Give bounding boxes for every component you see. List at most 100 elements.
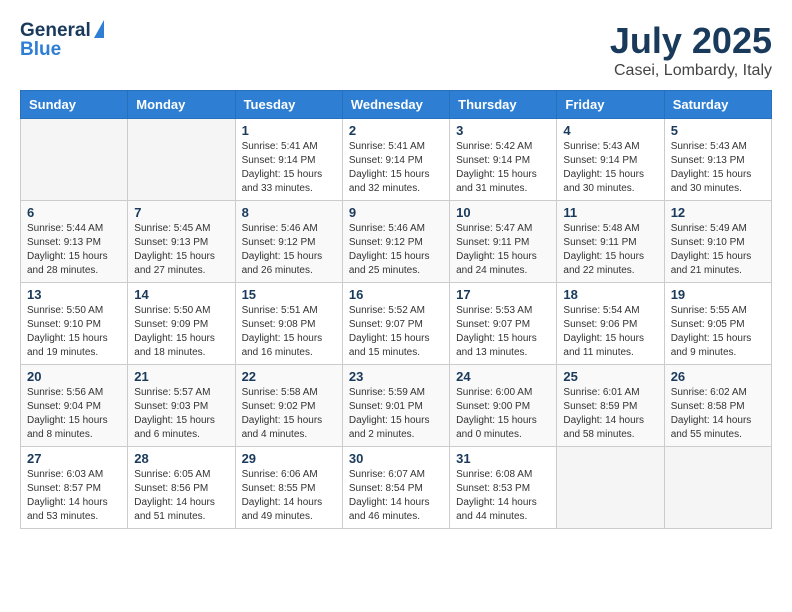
calendar-cell: 28 Sunrise: 6:05 AM Sunset: 8:56 PM Dayli… bbox=[128, 447, 235, 529]
day-number: 5 bbox=[671, 123, 765, 138]
calendar-cell: 9 Sunrise: 5:46 AM Sunset: 9:12 PM Daylig… bbox=[342, 201, 449, 283]
day-number: 14 bbox=[134, 287, 228, 302]
calendar-cell: 6 Sunrise: 5:44 AM Sunset: 9:13 PM Daylig… bbox=[21, 201, 128, 283]
day-info: Sunrise: 5:46 AM Sunset: 9:12 PM Dayligh… bbox=[242, 222, 336, 278]
day-info: Sunrise: 5:54 AM Sunset: 9:06 PM Dayligh… bbox=[563, 304, 657, 360]
day-header-thursday: Thursday bbox=[450, 91, 557, 119]
day-number: 8 bbox=[242, 205, 336, 220]
day-number: 1 bbox=[242, 123, 336, 138]
calendar-cell: 16 Sunrise: 5:52 AM Sunset: 9:07 PM Dayli… bbox=[342, 283, 449, 365]
calendar-cell: 27 Sunrise: 6:03 AM Sunset: 8:57 PM Dayli… bbox=[21, 447, 128, 529]
day-number: 6 bbox=[27, 205, 121, 220]
calendar-cell: 21Sunrise: 5:57 AM Sunset: 9:03 PM Dayli… bbox=[128, 365, 235, 447]
day-info: Sunrise: 5:56 AM Sunset: 9:04 PM Dayligh… bbox=[27, 386, 121, 442]
day-number: 31 bbox=[456, 451, 550, 466]
day-number: 12 bbox=[671, 205, 765, 220]
day-info: Sunrise: 5:53 AM Sunset: 9:07 PM Dayligh… bbox=[456, 304, 550, 360]
day-info: Sunrise: 5:41 AM Sunset: 9:14 PM Dayligh… bbox=[242, 140, 336, 196]
calendar-cell: 25 Sunrise: 6:01 AM Sunset: 8:59 PM Dayli… bbox=[557, 365, 664, 447]
day-number: 10 bbox=[456, 205, 550, 220]
calendar-cell: 26Sunrise: 6:02 AM Sunset: 8:58 PM Dayli… bbox=[664, 365, 771, 447]
day-number: 16 bbox=[349, 287, 443, 302]
calendar-table: SundayMondayTuesdayWednesdayThursdayFrid… bbox=[20, 90, 772, 529]
day-number: 24 bbox=[456, 369, 550, 384]
calendar-week-row: 1 Sunrise: 5:41 AM Sunset: 9:14 PM Daylig… bbox=[21, 119, 772, 201]
day-info: Sunrise: 6:07 AM Sunset: 8:54 PM Dayligh… bbox=[349, 468, 443, 524]
day-number: 18 bbox=[563, 287, 657, 302]
calendar-header-row: SundayMondayTuesdayWednesdayThursdayFrid… bbox=[21, 91, 772, 119]
calendar-cell: 3Sunrise: 5:42 AM Sunset: 9:14 PM Daylig… bbox=[450, 119, 557, 201]
day-number: 22 bbox=[242, 369, 336, 384]
logo-blue: Blue bbox=[20, 40, 104, 59]
calendar-cell bbox=[557, 447, 664, 529]
day-info: Sunrise: 5:43 AM Sunset: 9:14 PM Dayligh… bbox=[563, 140, 657, 196]
calendar-cell: 29 Sunrise: 6:06 AM Sunset: 8:55 PM Dayli… bbox=[235, 447, 342, 529]
day-info: Sunrise: 5:52 AM Sunset: 9:07 PM Dayligh… bbox=[349, 304, 443, 360]
calendar-cell: 18 Sunrise: 5:54 AM Sunset: 9:06 PM Dayli… bbox=[557, 283, 664, 365]
calendar-week-row: 27 Sunrise: 6:03 AM Sunset: 8:57 PM Dayli… bbox=[21, 447, 772, 529]
day-number: 29 bbox=[242, 451, 336, 466]
day-number: 2 bbox=[349, 123, 443, 138]
day-number: 11 bbox=[563, 205, 657, 220]
day-info: Sunrise: 5:59 AM Sunset: 9:01 PM Dayligh… bbox=[349, 386, 443, 442]
day-number: 15 bbox=[242, 287, 336, 302]
day-info: Sunrise: 6:00 AM Sunset: 9:00 PM Dayligh… bbox=[456, 386, 550, 442]
logo-general: General bbox=[20, 21, 91, 40]
calendar-cell: 17 Sunrise: 5:53 AM Sunset: 9:07 PM Dayli… bbox=[450, 283, 557, 365]
day-number: 17 bbox=[456, 287, 550, 302]
day-info: Sunrise: 5:44 AM Sunset: 9:13 PM Dayligh… bbox=[27, 222, 121, 278]
calendar-cell: 14 Sunrise: 5:50 AM Sunset: 9:09 PM Dayli… bbox=[128, 283, 235, 365]
day-number: 23 bbox=[349, 369, 443, 384]
day-number: 19 bbox=[671, 287, 765, 302]
day-info: Sunrise: 5:58 AM Sunset: 9:02 PM Dayligh… bbox=[242, 386, 336, 442]
calendar-cell: 31 Sunrise: 6:08 AM Sunset: 8:53 PM Dayli… bbox=[450, 447, 557, 529]
day-info: Sunrise: 6:01 AM Sunset: 8:59 PM Dayligh… bbox=[563, 386, 657, 442]
day-info: Sunrise: 5:43 AM Sunset: 9:13 PM Dayligh… bbox=[671, 140, 765, 196]
logo: General Blue bbox=[20, 20, 104, 59]
calendar-cell: 8 Sunrise: 5:46 AM Sunset: 9:12 PM Daylig… bbox=[235, 201, 342, 283]
day-number: 13 bbox=[27, 287, 121, 302]
day-number: 28 bbox=[134, 451, 228, 466]
day-header-wednesday: Wednesday bbox=[342, 91, 449, 119]
day-number: 30 bbox=[349, 451, 443, 466]
day-info: Sunrise: 6:03 AM Sunset: 8:57 PM Dayligh… bbox=[27, 468, 121, 524]
day-info: Sunrise: 6:08 AM Sunset: 8:53 PM Dayligh… bbox=[456, 468, 550, 524]
calendar-cell: 23 Sunrise: 5:59 AM Sunset: 9:01 PM Dayli… bbox=[342, 365, 449, 447]
day-info: Sunrise: 5:48 AM Sunset: 9:11 PM Dayligh… bbox=[563, 222, 657, 278]
day-info: Sunrise: 5:42 AM Sunset: 9:14 PM Dayligh… bbox=[456, 140, 550, 196]
calendar-cell bbox=[664, 447, 771, 529]
calendar-cell: 13Sunrise: 5:50 AM Sunset: 9:10 PM Dayli… bbox=[21, 283, 128, 365]
day-header-tuesday: Tuesday bbox=[235, 91, 342, 119]
day-number: 25 bbox=[563, 369, 657, 384]
calendar-week-row: 13Sunrise: 5:50 AM Sunset: 9:10 PM Dayli… bbox=[21, 283, 772, 365]
calendar-cell: 11 Sunrise: 5:48 AM Sunset: 9:11 PM Dayli… bbox=[557, 201, 664, 283]
day-info: Sunrise: 6:05 AM Sunset: 8:56 PM Dayligh… bbox=[134, 468, 228, 524]
day-number: 27 bbox=[27, 451, 121, 466]
calendar-cell: 24 Sunrise: 6:00 AM Sunset: 9:00 PM Dayli… bbox=[450, 365, 557, 447]
calendar-cell bbox=[128, 119, 235, 201]
calendar-cell: 5 Sunrise: 5:43 AM Sunset: 9:13 PM Daylig… bbox=[664, 119, 771, 201]
day-info: Sunrise: 5:51 AM Sunset: 9:08 PM Dayligh… bbox=[242, 304, 336, 360]
day-header-monday: Monday bbox=[128, 91, 235, 119]
day-number: 9 bbox=[349, 205, 443, 220]
day-info: Sunrise: 5:49 AM Sunset: 9:10 PM Dayligh… bbox=[671, 222, 765, 278]
day-number: 26 bbox=[671, 369, 765, 384]
day-info: Sunrise: 5:50 AM Sunset: 9:09 PM Dayligh… bbox=[134, 304, 228, 360]
day-info: Sunrise: 5:47 AM Sunset: 9:11 PM Dayligh… bbox=[456, 222, 550, 278]
day-info: Sunrise: 5:45 AM Sunset: 9:13 PM Dayligh… bbox=[134, 222, 228, 278]
calendar-cell: 30 Sunrise: 6:07 AM Sunset: 8:54 PM Dayli… bbox=[342, 447, 449, 529]
day-number: 20 bbox=[27, 369, 121, 384]
day-info: Sunrise: 5:57 AM Sunset: 9:03 PM Dayligh… bbox=[134, 386, 228, 442]
day-header-friday: Friday bbox=[557, 91, 664, 119]
calendar-cell: 7Sunrise: 5:45 AM Sunset: 9:13 PM Daylig… bbox=[128, 201, 235, 283]
day-info: Sunrise: 6:06 AM Sunset: 8:55 PM Dayligh… bbox=[242, 468, 336, 524]
calendar-cell: 4Sunrise: 5:43 AM Sunset: 9:14 PM Daylig… bbox=[557, 119, 664, 201]
page-header: General Blue July 2025 Casei, Lombardy, … bbox=[20, 20, 772, 80]
calendar-cell bbox=[21, 119, 128, 201]
day-info: Sunrise: 5:41 AM Sunset: 9:14 PM Dayligh… bbox=[349, 140, 443, 196]
day-header-saturday: Saturday bbox=[664, 91, 771, 119]
calendar-week-row: 20 Sunrise: 5:56 AM Sunset: 9:04 PM Dayli… bbox=[21, 365, 772, 447]
day-info: Sunrise: 5:46 AM Sunset: 9:12 PM Dayligh… bbox=[349, 222, 443, 278]
calendar-cell: 22 Sunrise: 5:58 AM Sunset: 9:02 PM Dayli… bbox=[235, 365, 342, 447]
calendar-cell: 15 Sunrise: 5:51 AM Sunset: 9:08 PM Dayli… bbox=[235, 283, 342, 365]
